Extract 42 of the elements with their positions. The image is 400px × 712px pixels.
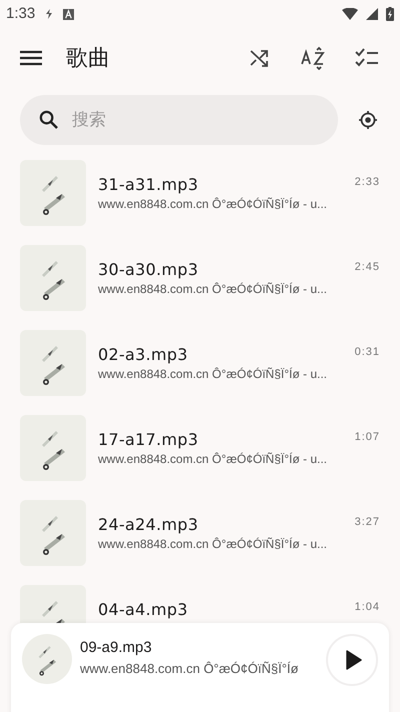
play-button[interactable] [326,634,378,686]
song-duration: 3:27 [354,515,380,530]
now-playing-bar[interactable]: 09-a9.mp3 www.en8848.com.cn Ô°æÓ¢ÓïÑ§Ï°Íø [11,623,389,712]
song-duration: 1:07 [354,430,380,445]
song-item[interactable]: 24-a24.mp3 www.en8848.com.cn Ô°æÓ¢ÓïÑ§Ï°Íø - u... 3:27 [0,500,400,585]
song-item[interactable]: 04-a4.mp3 1:04 [0,585,400,623]
song-subtitle: www.en8848.com.cn Ô°æÓ¢ÓïÑ§Ï°Íø - u... [98,281,328,297]
song-item[interactable]: 31-a31.mp3 www.en8848.com.cn Ô°æÓ¢ÓïÑ§Ï°Íø - u... 2:33 [0,160,400,245]
song-title: 17-a17.mp3 [98,430,200,450]
now-playing-title: 09-a9.mp3 [80,638,153,658]
signal-icon [366,8,378,20]
search-field[interactable]: 搜索 [20,95,338,145]
song-item[interactable]: 30-a30.mp3 www.en8848.com.cn Ô°æÓ¢ÓïÑ§Ï°Íø - u... 2:45 [0,245,400,330]
search-icon [39,110,58,129]
song-subtitle: www.en8848.com.cn Ô°æÓ¢ÓïÑ§Ï°Íø - u... [98,451,328,467]
now-playing-subtitle: www.en8848.com.cn Ô°æÓ¢ÓïÑ§Ï°Íø [80,660,300,678]
song-title: 02-a3.mp3 [98,345,189,365]
song-title: 04-a4.mp3 [98,600,189,620]
shuffle-icon [249,48,269,68]
song-subtitle: www.en8848.com.cn Ô°æÓ¢ÓïÑ§Ï°Íø - u... [98,536,328,552]
song-duration: 2:45 [354,260,380,275]
song-subtitle: www.en8848.com.cn Ô°æÓ¢ÓïÑ§Ï°Íø - u... [98,196,328,212]
page-title: 歌曲 [66,44,110,72]
battery-icon [386,7,394,21]
song-item[interactable]: 17-a17.mp3 www.en8848.com.cn Ô°æÓ¢ÓïÑ§Ï°Íø - u... 1:07 [0,415,400,500]
sort-az-icon [301,46,325,70]
song-item[interactable]: 02-a3.mp3 www.en8848.com.cn Ô°æÓ¢ÓïÑ§Ï°Íø - u... 0:31 [0,330,400,415]
status-time: 1:33 [6,4,36,24]
song-duration: 1:04 [354,600,380,615]
song-duration: 2:33 [354,175,380,190]
letter-box-icon [63,8,74,20]
play-icon [346,650,362,670]
song-subtitle: www.en8848.com.cn Ô°æÓ¢ÓïÑ§Ï°Íø - u... [98,366,328,382]
song-duration: 0:31 [354,345,380,360]
wifi-icon [342,8,358,20]
locate-button[interactable] [356,108,380,132]
song-title: 31-a31.mp3 [98,175,200,195]
song-title: 30-a30.mp3 [98,260,200,280]
checklist-icon [355,48,379,68]
song-title: 24-a24.mp3 [98,515,200,535]
menu-icon [20,50,42,66]
locate-icon [358,110,378,130]
